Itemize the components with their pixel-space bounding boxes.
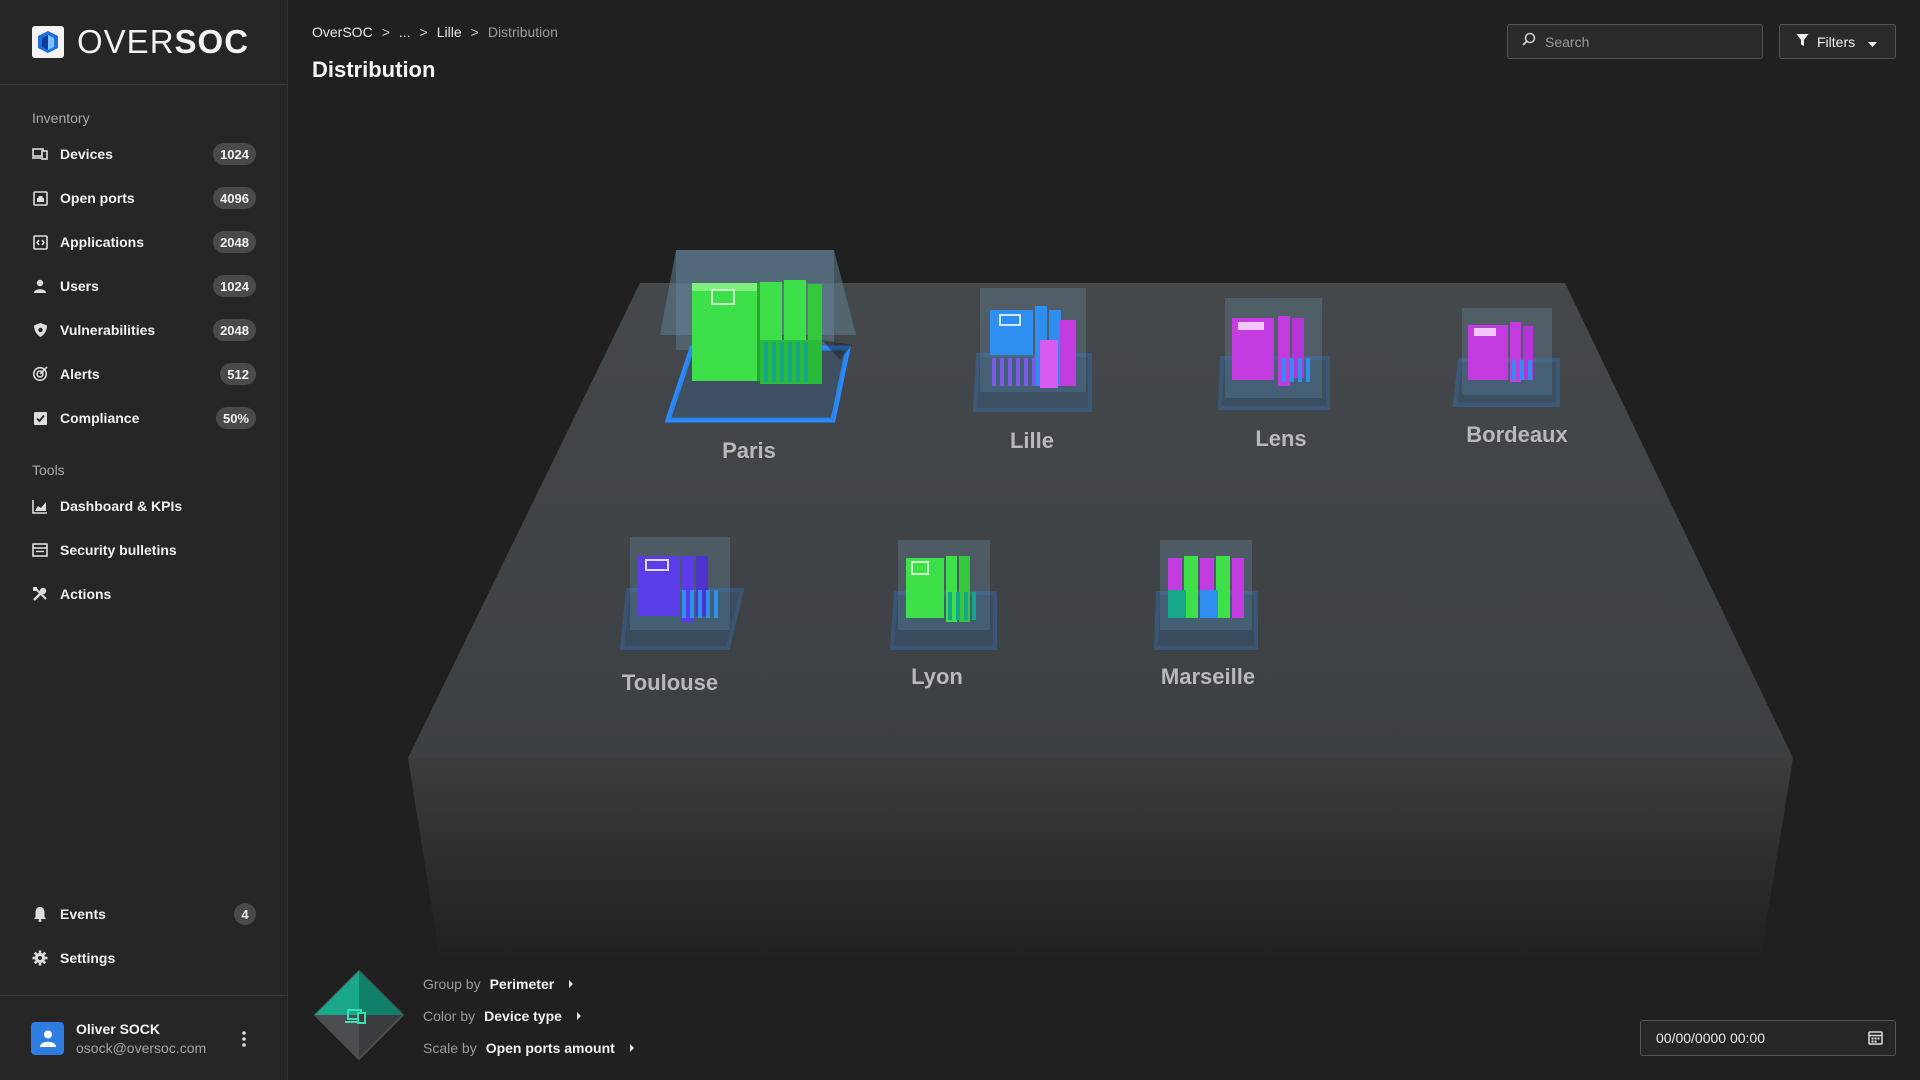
gear-icon (31, 949, 49, 967)
sidebar-item-label: Devices (60, 146, 113, 162)
city-node-lille[interactable] (972, 288, 1092, 412)
sidebar-item-label: Vulnerabilities (60, 322, 156, 338)
group-by-value[interactable]: Perimeter (490, 976, 555, 992)
group-by-control[interactable]: Group by Perimeter (423, 976, 574, 992)
color-by-control[interactable]: Color by Device type (423, 1008, 581, 1024)
sidebar-item-security-bulletins[interactable]: Security bulletins (0, 528, 288, 572)
tools-nav: Dashboard & KPIs Security bulletins Acti… (0, 484, 288, 616)
scale-by-control[interactable]: Scale by Open ports amount (423, 1040, 634, 1056)
percent-badge: 50% (215, 407, 256, 429)
city-node-marseille[interactable] (1153, 540, 1258, 650)
sidebar-item-label: Compliance (60, 410, 140, 426)
count-badge: 512 (220, 363, 256, 385)
scale-by-key: Scale by (423, 1040, 477, 1056)
devices-icon (31, 145, 49, 163)
target-icon (31, 365, 49, 383)
count-badge: 2048 (213, 231, 256, 253)
sidebar-item-label: Alerts (60, 366, 100, 382)
count-badge: 1024 (213, 275, 256, 297)
city-node-lyon[interactable] (889, 540, 997, 650)
checklist-icon (31, 409, 49, 427)
scene-canvas (408, 250, 1793, 960)
sidebar-item-vulnerabilities[interactable]: Vulnerabilities 2048 (0, 308, 288, 352)
caret-right-icon (576, 1012, 581, 1020)
sidebar-item-label: Events (60, 906, 106, 922)
sidebar-item-label: Security bulletins (60, 542, 177, 558)
sidebar-item-settings[interactable]: Settings (0, 936, 288, 980)
color-by-key: Color by (423, 1008, 476, 1024)
user-email: osock@oversoc.com (76, 1039, 207, 1056)
sidebar-item-label: Settings (60, 950, 116, 966)
user-name: Oliver SOCK (76, 1020, 161, 1037)
sidebar-item-alerts[interactable]: Alerts 512 (0, 352, 288, 396)
inventory-nav: Devices 1024 Open ports 4096 Application… (0, 132, 288, 440)
city-label-bordeaux[interactable]: Bordeaux (1466, 422, 1567, 448)
group-by-key: Group by (423, 976, 481, 992)
view-mode-icon[interactable] (312, 968, 406, 1062)
app-root: OVERSOC Inventory Devices 1024 Open port… (0, 0, 1920, 1080)
user-icon (31, 277, 49, 295)
city-label-lille[interactable]: Lille (1010, 428, 1054, 454)
date-picker[interactable]: 00/00/0000 00:00 (1640, 1020, 1896, 1056)
city-node-paris[interactable] (660, 250, 856, 423)
bulletin-icon (31, 541, 49, 559)
user-info: Oliver SOCK osock@oversoc.com (76, 1021, 206, 1056)
sidebar-item-applications[interactable]: Applications 2048 (0, 220, 288, 264)
caret-right-icon (569, 980, 574, 988)
more-options-icon[interactable] (234, 1029, 254, 1049)
sidebar-item-dashboard[interactable]: Dashboard & KPIs (0, 484, 288, 528)
inventory-section-title: Inventory (32, 110, 90, 126)
city-label-marseille[interactable]: Marseille (1161, 664, 1255, 690)
caret-right-icon (629, 1044, 634, 1052)
brand[interactable]: OVERSOC (0, 0, 287, 85)
scale-by-value[interactable]: Open ports amount (486, 1040, 615, 1056)
color-by-value[interactable]: Device type (484, 1008, 562, 1024)
shield-bug-icon (31, 321, 49, 339)
city-node-bordeaux[interactable] (1452, 308, 1560, 407)
city-node-toulouse[interactable] (619, 537, 745, 650)
calendar-icon[interactable] (1868, 1030, 1883, 1048)
count-badge: 2048 (213, 319, 256, 341)
sidebar-item-label: Dashboard & KPIs (60, 498, 183, 514)
sidebar-item-compliance[interactable]: Compliance 50% (0, 396, 288, 440)
sidebar-item-open-ports[interactable]: Open ports 4096 (0, 176, 288, 220)
bottom-nav: Events 4 Settings (0, 892, 288, 980)
city-label-lyon[interactable]: Lyon (911, 664, 963, 690)
brand-name: OVERSOC (77, 23, 250, 60)
tools-icon (31, 585, 49, 603)
count-badge: 1024 (213, 143, 256, 165)
user-profile[interactable]: Oliver SOCK osock@oversoc.com (0, 995, 288, 1080)
tools-section-title: Tools (32, 462, 65, 478)
sidebar-item-label: Open ports (60, 190, 135, 206)
city-label-lens[interactable]: Lens (1255, 426, 1306, 452)
count-badge: 4 (234, 903, 256, 925)
count-badge: 4096 (213, 187, 256, 209)
sidebar: OVERSOC Inventory Devices 1024 Open port… (0, 0, 288, 1080)
sidebar-item-events[interactable]: Events 4 (0, 892, 288, 936)
date-value: 00/00/0000 00:00 (1656, 1030, 1765, 1046)
sidebar-item-actions[interactable]: Actions (0, 572, 288, 616)
distribution-3d-view[interactable]: Paris Lille Lens Bordeaux Toulouse Lyon … (288, 0, 1920, 1080)
sidebar-item-label: Actions (60, 586, 112, 602)
bell-icon (31, 905, 49, 923)
oversoc-logo-icon (32, 26, 64, 58)
sidebar-item-users[interactable]: Users 1024 (0, 264, 288, 308)
city-label-paris[interactable]: Paris (722, 438, 776, 464)
chart-icon (31, 497, 49, 515)
sidebar-item-label: Applications (60, 234, 145, 250)
sidebar-item-devices[interactable]: Devices 1024 (0, 132, 288, 176)
code-icon (31, 233, 49, 251)
port-icon (31, 189, 49, 207)
city-node-lens[interactable] (1217, 298, 1330, 410)
sidebar-item-label: Users (60, 278, 99, 294)
avatar (31, 1021, 64, 1055)
platform (408, 283, 1793, 960)
city-label-toulouse[interactable]: Toulouse (622, 670, 718, 696)
